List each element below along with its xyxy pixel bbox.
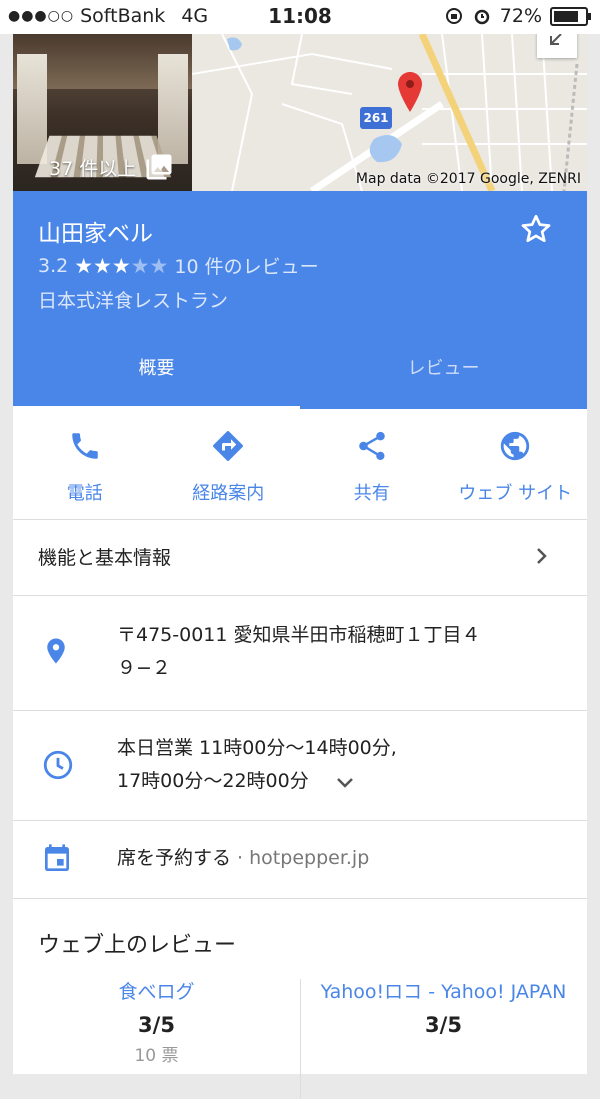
status-bar: ●●●○○ SoftBank 4G 11:08 72%	[0, 0, 600, 34]
review-vote-count: 10 票	[134, 1046, 179, 1066]
tab-overview[interactable]: 概要	[13, 331, 300, 409]
status-right: 72%	[444, 5, 591, 27]
share-icon	[359, 431, 385, 461]
website-label: ウェブ サイト	[458, 483, 573, 504]
tab-reviews[interactable]: レビュー	[300, 331, 587, 409]
review-score: 3/5	[138, 1013, 175, 1037]
chevron-down-icon[interactable]	[333, 770, 357, 794]
rating-value: 3.2	[38, 254, 69, 277]
location-pin-icon	[47, 638, 65, 664]
review-source-name: Yahoo!ロコ - Yahoo! JAPAN	[320, 981, 567, 1003]
chevron-right-icon	[537, 548, 547, 564]
alarm-icon	[474, 9, 490, 25]
share-label: 共有	[353, 483, 390, 504]
address-row[interactable]: 〒475-0011 愛知県半田市稲穂町１丁目４ ９−２	[13, 595, 587, 711]
star-filled-icon: ★	[93, 253, 112, 278]
reservation-row[interactable]: 席を予約する · hotpepper.jp	[13, 820, 587, 899]
save-place-button[interactable]	[518, 211, 554, 251]
review-source-name: 食べログ	[118, 981, 195, 1003]
reservation-label: 席を予約する	[117, 847, 232, 869]
hours-line-2: 17時00分～22時00分	[117, 765, 397, 798]
address-line-1: 〒475-0011 愛知県半田市稲穂町１丁目４	[117, 624, 481, 646]
place-title: 山田家ベル	[38, 221, 153, 247]
phone-icon	[72, 433, 98, 459]
review-source-tabelog[interactable]: 食べログ 3/5 10 票	[13, 979, 300, 1066]
star-filled-icon: ★	[74, 253, 94, 278]
call-button[interactable]: 電話	[13, 409, 157, 519]
map-credit: Map data ©2017 Google, ZENRI	[355, 171, 581, 187]
web-reviews-title: ウェブ上のレビュー	[38, 933, 237, 958]
rating-stars: ★★★★★	[74, 254, 168, 278]
action-bar: 電話 経路案内 共有 ウェブ サイト	[13, 409, 587, 520]
reservation-text: 席を予約する · hotpepper.jp	[117, 842, 369, 875]
photo-library-icon	[146, 154, 172, 180]
features-row[interactable]: 機能と基本情報	[13, 519, 587, 596]
directions-label: 経路案内	[192, 483, 265, 504]
star-empty-icon: ★	[130, 253, 150, 278]
features-label: 機能と基本情報	[38, 547, 172, 569]
reservation-site: hotpepper.jp	[249, 847, 370, 869]
hero: 37 件以上 261 Map data ©2017 Google, ZENRI	[13, 34, 587, 191]
hours-line-1: 本日営業 11時00分～14時00分,	[117, 737, 397, 759]
review-score: 3/5	[425, 1013, 462, 1037]
expand-icon	[550, 34, 562, 45]
battery-percent: 72%	[499, 5, 542, 27]
route-shield: 261	[360, 107, 392, 129]
map-preview[interactable]: 261 Map data ©2017 Google, ZENRI	[192, 34, 587, 191]
clock-icon	[43, 750, 73, 780]
star-outline-icon	[521, 214, 551, 243]
place-category: 日本式洋食レストラン	[38, 290, 229, 312]
photo-thumbnail[interactable]: 37 件以上	[13, 34, 192, 191]
reservation-separator: ·	[231, 847, 250, 869]
rating-row[interactable]: 3.2 ★★★★★ 10 件のレビュー	[38, 252, 319, 279]
tab-bar: 概要 レビュー	[13, 331, 587, 409]
expand-map-button[interactable]	[537, 34, 577, 58]
address-text: 〒475-0011 愛知県半田市稲穂町１丁目４ ９−２	[117, 619, 481, 685]
hours-row[interactable]: 本日営業 11時00分～14時00分, 17時00分～22時00分	[13, 710, 587, 821]
call-label: 電話	[66, 483, 103, 504]
photo-count: 37 件以上	[49, 152, 174, 182]
hours-text: 本日営業 11時00分～14時00分, 17時00分～22時00分	[117, 732, 397, 798]
star-filled-icon: ★	[111, 253, 131, 278]
review-source-yahoo[interactable]: Yahoo!ロコ - Yahoo! JAPAN 3/5	[300, 979, 587, 1037]
directions-button[interactable]: 経路案内	[157, 409, 301, 519]
share-button[interactable]: 共有	[300, 409, 444, 519]
directions-icon	[213, 431, 244, 461]
globe-icon	[501, 431, 530, 461]
review-count: 10 件のレビュー	[174, 256, 319, 278]
star-empty-icon: ★	[149, 253, 169, 278]
hours-line-2-text: 17時00分～22時00分	[117, 770, 309, 792]
rotation-lock-icon	[445, 8, 462, 24]
place-card: 37 件以上 261 Map data ©2017 Google, ZENRI …	[13, 34, 587, 1099]
calendar-icon	[45, 844, 69, 871]
location-pin-icon	[398, 72, 422, 112]
address-line-2: ９−２	[117, 657, 171, 679]
website-button[interactable]: ウェブ サイト	[444, 409, 588, 519]
photo-count-label: 37 件以上	[49, 157, 137, 180]
battery-icon	[550, 6, 591, 26]
